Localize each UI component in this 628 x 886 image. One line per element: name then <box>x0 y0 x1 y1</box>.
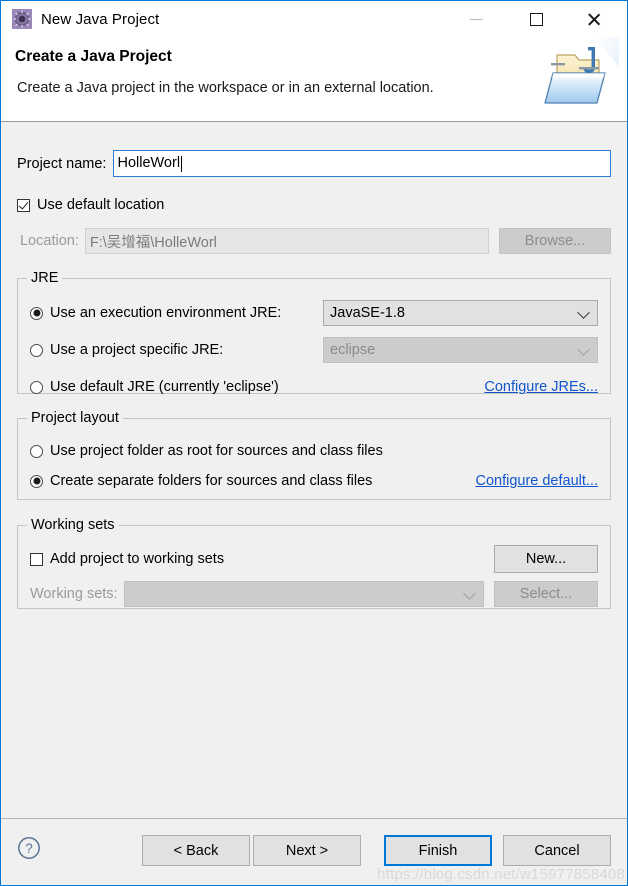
add-project-to-working-sets-checkbox[interactable] <box>30 552 43 566</box>
location-value: F:\吴增福\HolleWorl <box>89 234 217 251</box>
page-description: Create a Java project in the workspace o… <box>17 80 434 96</box>
working-sets-new-label: New... <box>525 551 567 567</box>
footer-button-group: < Back Next > Finish Cancel <box>142 835 611 866</box>
configure-jres-link[interactable]: Configure JREs... <box>484 379 598 395</box>
jre-option-execution-environment[interactable]: Use an execution environment JRE: JavaSE… <box>30 300 598 326</box>
chevron-down-icon <box>463 587 476 600</box>
project-layout-group-legend: Project layout <box>27 410 123 426</box>
maximize-button[interactable] <box>513 1 559 37</box>
jre-group: JRE Use an execution environment JRE: Ja… <box>17 270 611 395</box>
project-name-label: Project name: <box>17 155 107 172</box>
project-layout-group: Project layout Use project folder as roo… <box>17 410 611 500</box>
project-name-value: HolleWorl <box>117 155 181 172</box>
finish-button[interactable]: Finish <box>384 835 492 866</box>
jre-project-specific-label: Use a project specific JRE: <box>50 342 224 358</box>
back-button-label: < Back <box>173 842 219 859</box>
dialog-body: Project name: HolleWorl Use default loca… <box>1 122 627 818</box>
working-sets-label: Working sets: <box>30 586 118 602</box>
layout-project-folder-label: Use project folder as root for sources a… <box>50 443 383 459</box>
close-button[interactable] <box>571 1 617 37</box>
window-title: New Java Project <box>41 10 160 28</box>
add-project-to-working-sets-row[interactable]: Add project to working sets New... <box>30 545 598 573</box>
working-sets-new-button[interactable]: New... <box>494 545 598 573</box>
project-name-input[interactable]: HolleWorl <box>113 150 611 177</box>
working-sets-select-button: Select... <box>494 581 598 607</box>
add-project-to-working-sets-label: Add project to working sets <box>50 551 225 567</box>
working-sets-combo <box>123 581 484 607</box>
watermark-text: https://blog.csdn.net/w15977858408 <box>377 866 625 883</box>
jre-execution-environment-label: Use an execution environment JRE: <box>50 305 282 321</box>
finish-button-label: Finish <box>418 842 458 859</box>
back-button[interactable]: < Back <box>142 835 250 866</box>
close-icon <box>587 12 602 27</box>
location-label: Location: <box>20 233 79 249</box>
page-title: Create a Java Project <box>15 48 172 65</box>
layout-separate-folders-radio[interactable] <box>30 474 43 488</box>
svg-text:?: ? <box>25 841 33 856</box>
jre-project-specific-radio[interactable] <box>30 343 43 357</box>
execution-environment-combo[interactable]: JavaSE-1.8 <box>323 300 598 326</box>
layout-option-project-folder-root[interactable]: Use project folder as root for sources a… <box>30 440 598 462</box>
project-specific-jre-combo: eclipse <box>323 337 598 363</box>
title-bar: New Java Project <box>1 1 627 37</box>
next-button-label: Next > <box>285 842 329 859</box>
browse-button: Browse... <box>499 228 611 254</box>
location-row: Location: F:\吴增福\HolleWorl Browse... <box>17 228 611 254</box>
dialog-footer: ? < Back Next > Finish Cancel https://bl… <box>1 818 627 885</box>
chevron-down-icon <box>577 306 590 319</box>
browse-button-label: Browse... <box>524 233 586 249</box>
new-java-project-dialog: New Java Project Create a Java Project C… <box>0 0 628 886</box>
chevron-down-icon <box>577 343 590 356</box>
layout-option-separate-folders[interactable]: Create separate folders for sources and … <box>30 470 598 492</box>
jre-option-default[interactable]: Use default JRE (currently 'eclipse') Co… <box>30 374 598 400</box>
project-specific-jre-value: eclipse <box>330 342 376 358</box>
question-mark-icon[interactable]: ? <box>17 836 41 860</box>
jre-group-legend: JRE <box>27 270 63 286</box>
jre-default-label: Use default JRE (currently 'eclipse') <box>50 379 279 395</box>
text-caret <box>181 155 183 172</box>
working-sets-group-legend: Working sets <box>27 517 119 533</box>
configure-default-link[interactable]: Configure default... <box>475 473 598 489</box>
execution-environment-value: JavaSE-1.8 <box>330 305 405 321</box>
jre-option-project-specific[interactable]: Use a project specific JRE: eclipse <box>30 337 598 363</box>
maximize-icon <box>529 12 543 26</box>
jre-default-radio[interactable] <box>30 380 43 394</box>
wizard-header: Create a Java Project Create a Java proj… <box>1 37 627 122</box>
cancel-button-label: Cancel <box>534 842 580 859</box>
minimize-button[interactable] <box>453 1 499 37</box>
next-button[interactable]: Next > <box>253 835 361 866</box>
use-default-location-row[interactable]: Use default location <box>17 195 611 215</box>
use-default-location-checkbox[interactable] <box>17 198 30 212</box>
working-sets-selection-row: Working sets: Select... <box>30 581 598 607</box>
working-sets-group: Working sets Add project to working sets… <box>17 517 611 609</box>
cancel-button[interactable]: Cancel <box>503 835 611 866</box>
working-sets-select-label: Select... <box>519 586 573 602</box>
minimize-icon <box>469 18 483 20</box>
eclipse-wizard-icon <box>12 9 32 29</box>
use-default-location-label: Use default location <box>37 197 165 213</box>
layout-project-folder-radio[interactable] <box>30 444 43 458</box>
location-input: F:\吴增福\HolleWorl <box>84 228 489 254</box>
project-name-row: Project name: HolleWorl <box>17 150 611 177</box>
java-project-folder-icon <box>544 37 619 104</box>
jre-execution-environment-radio[interactable] <box>30 306 43 320</box>
layout-separate-folders-label: Create separate folders for sources and … <box>50 473 373 489</box>
